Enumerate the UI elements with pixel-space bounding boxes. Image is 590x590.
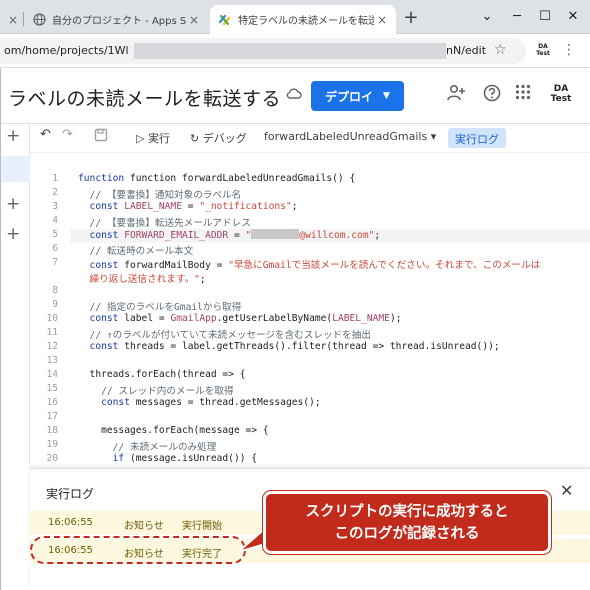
- code-line: 3 const LABEL_NAME = "_notifications";: [52, 201, 298, 212]
- run-button[interactable]: ▷ 実行: [136, 130, 170, 146]
- deploy-button[interactable]: デプロイ ▼: [311, 81, 404, 111]
- code-line: 10 const label = GmailApp.getUserLabelBy…: [46, 313, 402, 324]
- add-person-icon[interactable]: [446, 84, 466, 107]
- globe-icon: [32, 13, 46, 27]
- code-line: 11 // ↑のラベルが付いていて未読メッセージを含むスレッドを抽出: [46, 327, 371, 341]
- log-time: 16:06:55: [48, 517, 93, 528]
- cloud-saved-icon: [286, 87, 302, 103]
- code-line-wrap: 繰り返し送信されます。";: [78, 274, 206, 285]
- url-redaction: [134, 43, 446, 59]
- url-text-suffix: nN/edit: [446, 44, 487, 57]
- callout-line-2: このログが記録される: [334, 526, 480, 542]
- code-line: 5 const FORWARD_EMAIL_ADDR = " @willcom.c…: [52, 229, 381, 241]
- play-icon: ▷: [136, 132, 148, 145]
- apps-grid-icon[interactable]: [515, 84, 531, 105]
- code-line: 12 const threads = label.getThreads().fi…: [46, 341, 500, 352]
- code-line: 15 // スレッド内のメールを取得: [46, 383, 234, 397]
- annotation-callout: スクリプトの実行に成功すると このログが記録される: [263, 491, 551, 554]
- undo-icon[interactable]: ↶: [40, 127, 51, 142]
- tab-search-icon[interactable]: ⌄: [474, 6, 500, 28]
- close-icon[interactable]: ×: [374, 13, 390, 27]
- code-line: 4 // 【要書換】転送先メールアドレス: [52, 215, 251, 229]
- tab-pinned[interactable]: ×: [0, 5, 22, 34]
- chevron-down-icon: ▼: [383, 91, 390, 101]
- log-level: お知らせ: [124, 521, 164, 532]
- code-line: 2 // 【要書換】通知対象のラベル名: [52, 187, 242, 201]
- window-close-button[interactable]: ✕: [560, 6, 586, 28]
- selected-file-indicator[interactable]: [0, 156, 30, 182]
- url-text: om/home/projects/1Wl: [4, 44, 129, 57]
- browser-menu-icon[interactable]: ⋮: [562, 42, 576, 58]
- add-file-icon[interactable]: +: [6, 126, 20, 146]
- tab-active-project[interactable]: 特定ラベルの未読メールを転送する ×: [210, 5, 396, 34]
- help-icon[interactable]: [483, 84, 501, 107]
- code-line: 19 // 未読メールのみ処理: [46, 439, 217, 453]
- code-line: 7 const forwardMailBody = "早急にGmailで当該メー…: [52, 257, 541, 271]
- left-rail: + + +: [0, 124, 30, 464]
- minimize-button[interactable]: ─: [504, 6, 530, 28]
- code-line: 6 // 転送時のメール本文: [52, 243, 194, 257]
- email-redaction: [251, 229, 300, 239]
- browser-profile-avatar[interactable]: DA Test: [531, 43, 555, 57]
- code-line: 17: [46, 411, 58, 422]
- close-icon[interactable]: ✕: [560, 481, 573, 500]
- code-line: 14 threads.forEach(thread => {: [46, 369, 246, 380]
- execution-log-button[interactable]: 実行ログ: [448, 128, 506, 148]
- function-select[interactable]: forwardLabeledUnreadGmails ▾: [264, 130, 436, 143]
- debug-icon: ↻: [190, 132, 203, 145]
- project-title[interactable]: ラベルの未読メールを転送する: [8, 84, 281, 111]
- window-border: [0, 68, 1, 590]
- code-line: 18 messages.forEach(message => {: [46, 425, 269, 436]
- add-library-icon[interactable]: +: [6, 194, 20, 214]
- bookmark-star-icon[interactable]: ☆: [494, 42, 507, 58]
- tab-title: 特定ラベルの未読メールを転送する: [238, 16, 374, 27]
- code-editor[interactable]: 1 function function forwardLabeledUnreadG…: [30, 152, 590, 468]
- new-tab-button[interactable]: +: [400, 7, 422, 29]
- app-header: ラベルの未読メールを転送する デプロイ ▼ DA Test: [0, 68, 590, 124]
- deploy-label: デプロイ: [325, 89, 374, 104]
- add-service-icon[interactable]: +: [6, 224, 20, 244]
- close-icon[interactable]: ×: [8, 13, 18, 27]
- highlight-oval: [30, 536, 246, 564]
- apps-script-icon: [218, 13, 232, 27]
- code-line: 16 const messages = thread.getMessages()…: [46, 397, 321, 408]
- maximize-button[interactable]: ☐: [532, 6, 558, 28]
- browser-tab-strip: × 自分のプロジェクト - Apps Script × 特定ラベルの未読メールを…: [0, 0, 590, 34]
- code-line: 13: [46, 355, 58, 366]
- close-icon[interactable]: ×: [186, 13, 202, 27]
- code-line: 9 // 指定のラベルをGmailから取得: [52, 299, 242, 313]
- code-line: 1 function function forwardLabeledUnreadG…: [52, 173, 356, 184]
- redo-icon[interactable]: ↷: [62, 127, 73, 142]
- save-icon[interactable]: [94, 128, 108, 145]
- debug-button[interactable]: ↻ デバッグ: [190, 130, 247, 146]
- log-panel-title: 実行ログ: [46, 487, 95, 501]
- tab-title: 自分のプロジェクト - Apps Script: [52, 16, 186, 27]
- account-avatar[interactable]: DA Test: [548, 84, 574, 104]
- chevron-down-icon: ▾: [427, 130, 437, 143]
- editor-toolbar: ↶ ↷ ▷ 実行 ↻ デバッグ forwardLabeledUnreadGmai…: [30, 124, 590, 152]
- code-line: 20 if (message.isUnread()) {: [46, 453, 258, 464]
- address-bar[interactable]: om/home/projects/1Wl nN/edit ☆: [0, 38, 526, 64]
- code-line: 8: [52, 285, 58, 296]
- callout-line-1: スクリプトの実行に成功すると: [305, 504, 509, 520]
- log-message: 実行開始: [182, 521, 222, 532]
- browser-toolbar: om/home/projects/1Wl nN/edit ☆ DA Test ⋮: [0, 34, 590, 68]
- tab-apps-script-projects[interactable]: 自分のプロジェクト - Apps Script ×: [24, 5, 208, 34]
